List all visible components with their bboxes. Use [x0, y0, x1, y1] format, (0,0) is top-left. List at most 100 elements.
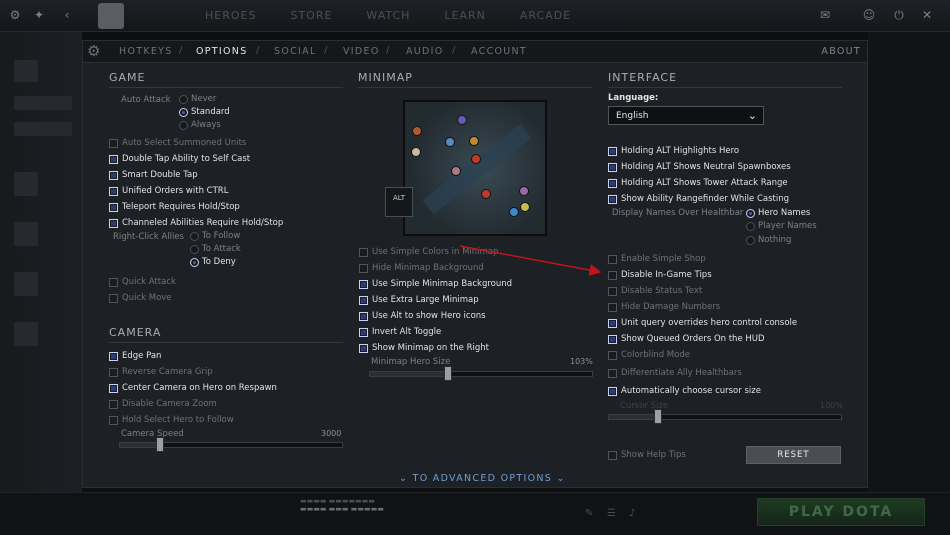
nav-learn[interactable]: LEARN — [444, 9, 485, 22]
slider-fill — [120, 443, 160, 447]
slider-knob[interactable] — [156, 437, 164, 452]
main-top-bar: ⚙ ✦ ‹ HEROES STORE WATCH LEARN ARCADE ✉ … — [0, 0, 950, 32]
minimap-hero-size-value: 103% — [570, 357, 593, 366]
nav-heroes[interactable]: HEROES — [205, 9, 256, 22]
checkbox-label: Holding ALT Shows Tower Attack Range — [621, 178, 788, 188]
right-click-to-deny[interactable]: To Deny — [190, 257, 236, 267]
settings-icon[interactable]: ⚙ — [8, 8, 22, 22]
reverse-camera-grip-checkbox[interactable]: Reverse Camera Grip — [109, 367, 213, 377]
option-label: Always — [191, 120, 221, 130]
center-camera-respawn-checkbox[interactable]: Center Camera on Hero on Respawn — [109, 383, 277, 393]
double-tap-self-cast-checkbox[interactable]: Double Tap Ability to Self Cast — [109, 154, 250, 164]
power-icon[interactable]: ⏻ — [892, 8, 906, 22]
language-dropdown[interactable]: English ⌄ — [608, 106, 764, 125]
auto-attack-standard[interactable]: Standard — [179, 107, 230, 117]
smart-double-tap-checkbox[interactable]: Smart Double Tap — [109, 170, 198, 180]
tab-video[interactable]: VIDEO — [343, 46, 380, 57]
exit-icon[interactable]: ✕ — [920, 8, 934, 22]
news-ticker[interactable]: ▬▬▬▬ ▬▬▬▬▬▬▬ ▬▬▬▬ ▬▬▬ ▬▬▬▬▬ — [300, 497, 460, 527]
right-click-to-attack[interactable]: To Attack — [190, 244, 241, 254]
dota-logo[interactable] — [98, 3, 124, 29]
gear-icon: ⚙ — [87, 42, 101, 60]
checkbox-icon — [608, 450, 617, 460]
alt-tower-range-checkbox[interactable]: Holding ALT Shows Tower Attack Range — [608, 178, 788, 188]
nav-store[interactable]: STORE — [290, 9, 332, 22]
minimap-hero-size-slider[interactable] — [369, 366, 593, 381]
invert-alt-toggle-checkbox[interactable]: Invert Alt Toggle — [359, 327, 441, 337]
radio-icon — [179, 94, 188, 104]
disable-status-text-checkbox[interactable]: Disable Status Text — [608, 286, 702, 296]
slider-knob[interactable] — [444, 366, 452, 381]
ally-healthbars-checkbox[interactable]: Differentiate Ally Healthbars — [608, 368, 742, 378]
extra-large-minimap-checkbox[interactable]: Use Extra Large Minimap — [359, 295, 479, 305]
simple-minimap-bg-checkbox[interactable]: Use Simple Minimap Background — [359, 279, 512, 289]
ability-rangefinder-checkbox[interactable]: Show Ability Rangefinder While Casting — [608, 194, 789, 204]
hide-damage-numbers-checkbox[interactable]: Hide Damage Numbers — [608, 302, 720, 312]
volume-icon[interactable]: ♪ — [629, 508, 641, 520]
checkbox-label: Differentiate Ally Healthbars — [621, 368, 742, 378]
unified-orders-checkbox[interactable]: Unified Orders with CTRL — [109, 186, 228, 196]
alt-hero-icons-checkbox[interactable]: Use Alt to show Hero icons — [359, 311, 486, 321]
mail-icon[interactable]: ✉ — [818, 8, 832, 22]
simple-colors-checkbox[interactable]: Use Simple Colors in Minimap — [359, 247, 498, 257]
gear-icon[interactable]: ✦ — [32, 8, 46, 22]
nav-arcade[interactable]: ARCADE — [520, 9, 571, 22]
quick-move-checkbox[interactable]: Quick Move — [109, 293, 172, 303]
reset-button[interactable]: RESET — [746, 446, 841, 464]
chat-icon[interactable]: ✎ — [585, 508, 597, 520]
nav-watch[interactable]: WATCH — [366, 9, 410, 22]
edge-pan-checkbox[interactable]: Edge Pan — [109, 351, 161, 361]
tab-social[interactable]: SOCIAL — [274, 46, 317, 57]
play-dota-button[interactable]: PLAY DOTA — [757, 498, 925, 526]
minimap-hero-size-label: Minimap Hero Size — [371, 357, 451, 367]
display-names-nothing[interactable]: Nothing — [746, 235, 791, 245]
tab-hotkeys[interactable]: HOTKEYS — [119, 46, 173, 57]
avatar — [14, 222, 38, 246]
unit-query-checkbox[interactable]: Unit query overrides hero control consol… — [608, 318, 797, 328]
news-line: ▬▬▬▬ ▬▬▬▬▬▬▬ — [300, 497, 375, 505]
checkbox-icon — [109, 399, 118, 409]
minimap-right-checkbox[interactable]: Show Minimap on the Right — [359, 343, 489, 353]
hold-select-hero-checkbox[interactable]: Hold Select Hero to Follow — [109, 415, 234, 425]
tab-audio[interactable]: AUDIO — [406, 46, 444, 57]
disable-camera-zoom-checkbox[interactable]: Disable Camera Zoom — [109, 399, 217, 409]
checkbox-label: Hide Damage Numbers — [621, 302, 721, 312]
alt-toggle-button[interactable]: ALT — [385, 187, 413, 217]
quick-attack-checkbox[interactable]: Quick Attack — [109, 277, 176, 287]
user-icon[interactable]: ☺ — [862, 8, 876, 22]
right-click-to-follow[interactable]: To Follow — [190, 231, 240, 241]
cursor-size-slider[interactable] — [608, 409, 842, 424]
party-icon[interactable]: ☰ — [607, 508, 619, 520]
back-arrow-icon[interactable]: ‹ — [60, 8, 74, 22]
teleport-hold-checkbox[interactable]: Teleport Requires Hold/Stop — [109, 202, 240, 212]
disable-ingame-tips-checkbox[interactable]: Disable In-Game Tips — [608, 270, 712, 280]
tab-options[interactable]: OPTIONS — [196, 46, 248, 57]
auto-attack-always[interactable]: Always — [179, 120, 221, 130]
checkbox-icon — [608, 178, 617, 188]
alt-highlights-hero-checkbox[interactable]: Holding ALT Highlights Hero — [608, 146, 739, 156]
show-help-tips-checkbox[interactable]: Show Help Tips — [608, 450, 686, 460]
about-link[interactable]: ABOUT — [821, 46, 861, 57]
checkbox-label: Channeled Abilities Require Hold/Stop — [122, 218, 284, 228]
auto-cursor-size-checkbox[interactable]: Automatically choose cursor size — [608, 386, 761, 396]
simple-shop-checkbox[interactable]: Enable Simple Shop — [608, 254, 706, 264]
auto-select-summoned-checkbox[interactable]: Auto Select Summoned Units — [109, 138, 246, 148]
checkbox-icon — [608, 350, 617, 360]
slider-knob[interactable] — [654, 409, 662, 424]
channeled-hold-checkbox[interactable]: Channeled Abilities Require Hold/Stop — [109, 218, 283, 228]
auto-attack-never[interactable]: Never — [179, 94, 216, 104]
camera-speed-slider[interactable] — [119, 437, 343, 452]
avatar — [14, 322, 38, 346]
queued-orders-checkbox[interactable]: Show Queued Orders On the HUD — [608, 334, 765, 344]
hide-minimap-bg-checkbox[interactable]: Hide Minimap Background — [359, 263, 484, 273]
colorblind-mode-checkbox[interactable]: Colorblind Mode — [608, 350, 690, 360]
option-label: To Follow — [202, 231, 241, 241]
checkbox-label: Colorblind Mode — [621, 350, 690, 360]
radio-icon — [190, 257, 199, 267]
tab-account[interactable]: ACCOUNT — [471, 46, 527, 57]
checkbox-icon — [608, 194, 617, 204]
display-names-player[interactable]: Player Names — [746, 221, 817, 231]
alt-neutral-spawnboxes-checkbox[interactable]: Holding ALT Shows Neutral Spawnboxes — [608, 162, 791, 172]
display-names-hero[interactable]: Hero Names — [746, 208, 810, 218]
advanced-options-link[interactable]: ⌄ TO ADVANCED OPTIONS ⌄ — [399, 473, 566, 484]
